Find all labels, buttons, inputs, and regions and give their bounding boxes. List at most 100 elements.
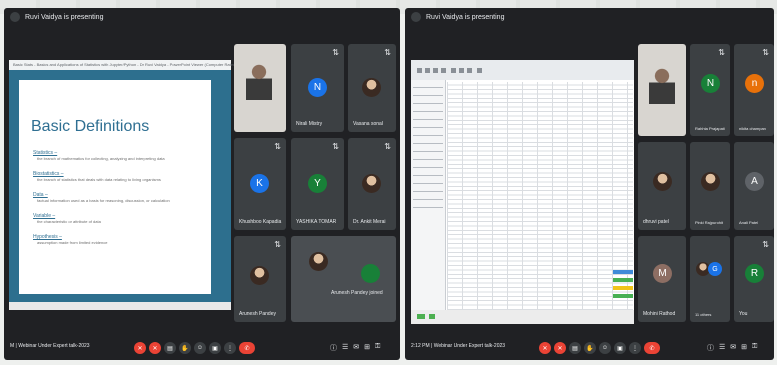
pin-icon[interactable]: ⇅ xyxy=(384,48,391,57)
meeting-info: M | Webinar Under Expert talk-2023 xyxy=(10,343,90,349)
raise-hand-icon[interactable]: ✋ xyxy=(179,342,191,354)
participant-tile[interactable]: Pinki Rajpurohit xyxy=(690,142,730,230)
participant-tile[interactable]: ⇅ Vasana sonal xyxy=(348,44,396,132)
people-icon[interactable]: ☰ xyxy=(342,343,348,353)
participant-tile[interactable]: Arunesh Pandey joined xyxy=(291,236,396,322)
avatar: A xyxy=(745,172,764,191)
meeting-info: 2:12 PM | Webinar Under Expert talk-2023 xyxy=(411,343,506,349)
pin-icon[interactable]: ⇅ xyxy=(332,142,339,151)
chat-icon[interactable]: ✉ xyxy=(730,343,736,353)
highlight-cell xyxy=(613,278,633,282)
avatar xyxy=(362,174,381,193)
participant-tile[interactable]: A Anali Patel xyxy=(734,142,774,230)
self-view-tile[interactable] xyxy=(638,44,686,136)
pin-icon[interactable]: ⇅ xyxy=(762,48,769,57)
reactions-icon[interactable]: ☺ xyxy=(599,342,611,354)
participant-tile[interactable]: ⇅ Dr. Ankit Merai xyxy=(348,138,396,230)
meeting-control-bar: 2:12 PM | Webinar Under Expert talk-2023… xyxy=(405,330,774,360)
participant-name: Arunesh Pandey xyxy=(239,311,276,317)
raise-hand-icon[interactable]: ✋ xyxy=(584,342,596,354)
present-icon[interactable]: ▣ xyxy=(614,342,626,354)
present-icon[interactable]: ▣ xyxy=(209,342,221,354)
more-options-icon[interactable]: ⋮ xyxy=(629,342,641,354)
pin-icon[interactable]: ⇅ xyxy=(274,240,281,249)
definition-desc: the characteristic or attribute of data xyxy=(37,219,101,224)
avatar xyxy=(653,172,672,191)
participant-tile[interactable]: ⇅ N Nirali Mistry xyxy=(291,44,344,132)
pin-icon[interactable]: ⇅ xyxy=(274,142,281,151)
avatar: R xyxy=(745,264,764,283)
participant-name: Khushboo Kapadia xyxy=(239,219,282,225)
avatar: Y xyxy=(308,174,327,193)
activities-icon[interactable]: ⊞ xyxy=(364,343,370,353)
camera-off-icon[interactable]: ✕ xyxy=(149,342,161,354)
leave-call-icon[interactable]: ✆ xyxy=(239,342,255,354)
pin-icon[interactable]: ⇅ xyxy=(762,240,769,249)
viewer-status-bar xyxy=(9,302,231,310)
participant-name: Anali Patel xyxy=(739,220,759,225)
presenter-avatar xyxy=(411,12,421,22)
participant-tile[interactable]: M Mohini Rathod xyxy=(638,236,686,322)
definition-item: Biostatistics – the branch of statistics… xyxy=(33,171,203,182)
mic-off-icon[interactable]: ✕ xyxy=(539,342,551,354)
definition-item: Statistics – the branch of mathematics f… xyxy=(33,150,203,161)
definition-item: Hypothesis – assumption made from limite… xyxy=(33,234,203,245)
lock-icon[interactable]: ⚿ xyxy=(375,343,380,353)
participant-name: nikita champan xyxy=(739,126,766,131)
meet-window-left: Ruvi Vaidya is presenting Basic Stats - … xyxy=(4,8,400,360)
participant-tile[interactable]: ⇅ K Khushboo Kapadia xyxy=(234,138,286,230)
mic-off-icon[interactable]: ✕ xyxy=(134,342,146,354)
presenting-banner: Ruvi Vaidya is presenting xyxy=(10,12,103,22)
participant-name: Rahhta Prajapati xyxy=(695,126,725,131)
chat-icon[interactable]: ✉ xyxy=(353,343,359,353)
leave-call-icon[interactable]: ✆ xyxy=(644,342,660,354)
spreadsheet-grid xyxy=(447,82,633,310)
participant-video xyxy=(649,68,675,104)
presenter-avatar xyxy=(10,12,20,22)
avatar: n xyxy=(745,74,764,93)
slide-area: Basic Definitions Statistics – the branc… xyxy=(9,70,231,310)
camera-off-icon[interactable]: ✕ xyxy=(554,342,566,354)
presenting-banner: Ruvi Vaidya is presenting xyxy=(411,12,504,22)
more-options-icon[interactable]: ⋮ xyxy=(224,342,236,354)
others-tile[interactable]: G 11 others xyxy=(690,236,730,322)
participant-name: dhruvi patel xyxy=(643,219,669,225)
pin-icon[interactable]: ⇅ xyxy=(718,48,725,57)
viewer-tab-title: Basic Stats - Basics and Applications of… xyxy=(13,62,237,67)
pin-icon[interactable]: ⇅ xyxy=(384,142,391,151)
spreadsheet-side-panel xyxy=(411,80,446,310)
captions-icon[interactable]: ▤ xyxy=(164,342,176,354)
highlight-cell xyxy=(613,294,633,298)
definition-desc: factual information used as a basis for … xyxy=(37,198,170,203)
captions-icon[interactable]: ▤ xyxy=(569,342,581,354)
presenting-label: Ruvi Vaidya is presenting xyxy=(426,13,505,21)
reactions-icon[interactable]: ☺ xyxy=(194,342,206,354)
self-tile[interactable]: ⇅ R You xyxy=(734,236,774,322)
activities-icon[interactable]: ⊞ xyxy=(741,343,747,353)
presenting-label: Ruvi Vaidya is presenting xyxy=(25,13,104,21)
self-view-tile[interactable] xyxy=(234,44,286,132)
spreadsheet-toolbar xyxy=(411,60,634,80)
participant-tile[interactable]: ⇅ n nikita champan xyxy=(734,44,774,136)
participant-tile[interactable]: dhruvi patel xyxy=(638,142,686,230)
avatar: M xyxy=(653,264,672,283)
info-icon[interactable]: ⓘ xyxy=(330,343,337,353)
people-icon[interactable]: ☰ xyxy=(719,343,725,353)
avatar xyxy=(701,172,720,191)
lock-icon[interactable]: ⚿ xyxy=(752,343,757,353)
participant-tile[interactable]: ⇅ Arunesh Pandey xyxy=(234,236,286,322)
call-controls: ✕ ✕ ▤ ✋ ☺ ▣ ⋮ ✆ xyxy=(539,342,660,354)
participant-tile[interactable]: ⇅ Y YASHIKA TOMAR xyxy=(291,138,344,230)
participant-name: Pinki Rajpurohit xyxy=(695,220,724,225)
shared-screen[interactable]: Basic Stats - Basics and Applications of… xyxy=(9,60,237,310)
meeting-control-bar: M | Webinar Under Expert talk-2023 ✕ ✕ ▤… xyxy=(4,330,400,360)
highlight-cell xyxy=(613,286,633,290)
slide-title: Basic Definitions xyxy=(31,118,150,135)
shared-spreadsheet[interactable] xyxy=(411,60,634,324)
info-icon[interactable]: ⓘ xyxy=(707,343,714,353)
participant-tile[interactable]: ⇅ N Rahhta Prajapati xyxy=(690,44,730,136)
participant-name: You xyxy=(739,311,748,317)
slide: Basic Definitions Statistics – the branc… xyxy=(19,80,211,294)
avatar xyxy=(361,264,380,283)
pin-icon[interactable]: ⇅ xyxy=(332,48,339,57)
